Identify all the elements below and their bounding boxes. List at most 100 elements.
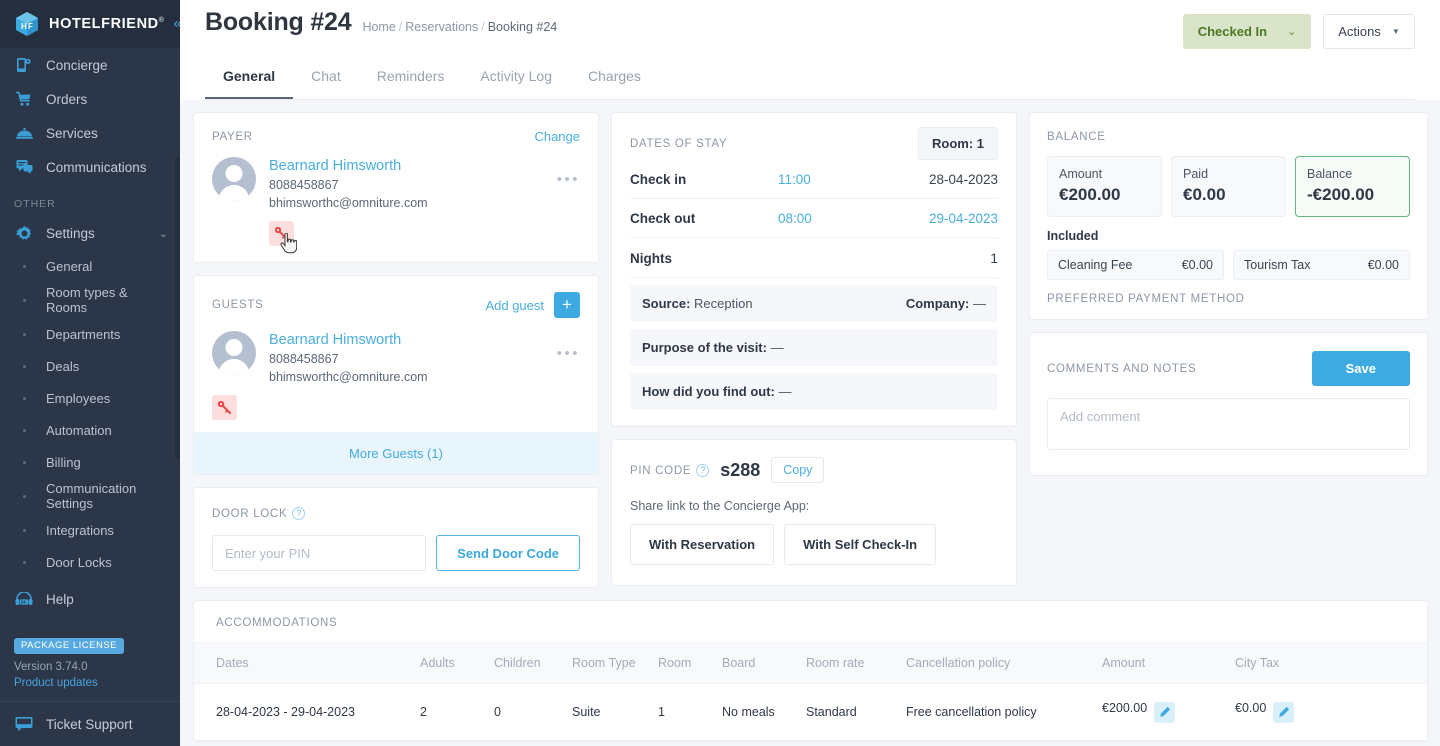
page-title: Booking #24 — [205, 8, 352, 36]
add-guest-link[interactable]: Add guest — [485, 298, 544, 313]
sidebar-item-label: Communications — [46, 159, 147, 175]
add-guest-button[interactable]: + — [554, 292, 580, 318]
check-in-date: 28-04-2023 — [928, 172, 998, 187]
paid-title: Paid — [1183, 167, 1209, 181]
copy-pin-button[interactable]: Copy — [771, 457, 825, 483]
tab-charges[interactable]: Charges — [570, 54, 659, 99]
chat-bubbles-icon — [14, 159, 34, 175]
send-door-code-button[interactable]: Send Door Code — [436, 535, 580, 571]
sidebar-subitem-general[interactable]: General — [0, 250, 180, 282]
product-updates-link[interactable]: Product updates — [0, 675, 180, 701]
cell-dates: 28-04-2023 - 29-04-2023 — [194, 683, 412, 741]
save-comment-button[interactable]: Save — [1311, 351, 1410, 386]
sidebar-subitem-label: Integrations — [46, 522, 114, 538]
breadcrumb-home[interactable]: Home — [362, 20, 395, 34]
sidebar-logo[interactable]: H F HOTELFRIEND® « — [0, 0, 180, 48]
sidebar-subitem-departments[interactable]: Departments — [0, 318, 180, 350]
bullet-icon — [14, 364, 34, 368]
sidebar-item-services[interactable]: Services — [0, 116, 180, 150]
guest-name[interactable]: Bearnard Himsworth — [269, 331, 544, 350]
sidebar-subitem-communication-settings[interactable]: Communication Settings — [0, 478, 180, 514]
pin-code-label-wrap: PIN CODE? — [630, 461, 710, 479]
sidebar: H F HOTELFRIEND® « Concierge Orders — [0, 0, 180, 746]
question-mark-icon[interactable]: ? — [696, 463, 710, 477]
sidebar-subitem-room-types-rooms[interactable]: Room types & Rooms — [0, 282, 180, 318]
column-header-board: Board — [714, 642, 798, 684]
payer-name[interactable]: Bearnard Himsworth — [269, 157, 544, 176]
included-items: Cleaning Fee €0.00 Tourism Tax €0.00 — [1047, 250, 1410, 280]
tab-activity-log[interactable]: Activity Log — [462, 54, 570, 99]
sidebar-subitem-door-locks[interactable]: Door Locks — [0, 546, 180, 578]
sidebar-subitem-integrations[interactable]: Integrations — [0, 514, 180, 546]
sidebar-subitem-automation[interactable]: Automation — [0, 414, 180, 446]
cell-cancellation-policy: Free cancellation policy — [898, 683, 1094, 741]
sidebar-item-label: Services — [46, 125, 98, 141]
question-mark-icon[interactable]: ? — [292, 506, 306, 520]
headset-24-icon: 24 — [14, 591, 34, 607]
sidebar-subitem-label: Room types & Rooms — [46, 285, 128, 315]
door-lock-pin-input[interactable] — [212, 535, 427, 571]
tab-chat[interactable]: Chat — [293, 54, 359, 99]
cell-city-tax: €0.00 — [1227, 683, 1427, 741]
dates-of-stay-header: DATES OF STAY Room: 1 — [630, 127, 998, 160]
table-row[interactable]: 28-04-2023 - 29-04-2023 2 0 Suite 1 No m… — [194, 683, 1427, 741]
sidebar-item-help[interactable]: 24 Help — [0, 582, 180, 616]
guest-menu-icon[interactable]: ••• — [557, 331, 580, 362]
pin-code-label: PIN CODE — [630, 465, 692, 477]
check-in-time[interactable]: 11:00 — [778, 172, 893, 187]
edit-city-tax-pencil-icon[interactable] — [1273, 701, 1295, 723]
amount-box: Amount €200.00 — [1047, 156, 1162, 217]
guests-label: GUESTS — [212, 299, 264, 311]
room-pill[interactable]: Room: 1 — [918, 127, 998, 160]
avatar — [212, 157, 256, 201]
sidebar-subitem-employees[interactable]: Employees — [0, 382, 180, 414]
top-bar-row: Booking #24 Home / Reservations / Booking #2… — [205, 0, 1415, 54]
payer-key-icon[interactable] — [269, 221, 297, 254]
purpose-value: — — [770, 340, 784, 355]
column-middle: DATES OF STAY Room: 1 Check in 11:00 28-… — [611, 112, 1017, 586]
accommodations-label: ACCOMMODATIONS — [216, 617, 338, 629]
amount-title: Amount — [1059, 167, 1103, 181]
sidebar-item-communications[interactable]: Communications — [0, 150, 180, 184]
chevron-down-icon: ▼ — [1391, 27, 1400, 36]
status-button[interactable]: Checked In ⌄ — [1183, 14, 1311, 49]
sidebar-item-settings[interactable]: Settings ⌄ — [0, 216, 180, 250]
sidebar-item-ticket-support[interactable]: Ticket Support — [0, 701, 180, 746]
source-label: Source: — [642, 296, 691, 311]
payer-change-link[interactable]: Change — [534, 129, 580, 144]
comment-input[interactable] — [1047, 398, 1410, 450]
source-value: Reception — [694, 296, 753, 311]
gear-icon — [14, 225, 34, 242]
sidebar-subitem-deals[interactable]: Deals — [0, 350, 180, 382]
payer-phone: 8088458867 — [269, 178, 339, 192]
guest-key-icon[interactable] — [212, 395, 237, 420]
check-out-time[interactable]: 08:00 — [778, 211, 893, 226]
guest-details: Bearnard Himsworth 8088458867 bhimsworth… — [269, 331, 544, 386]
nights-label: Nights — [630, 250, 672, 266]
tab-reminders[interactable]: Reminders — [359, 54, 463, 99]
with-self-checkin-button[interactable]: With Self Check-In — [784, 524, 937, 565]
sidebar-item-orders[interactable]: Orders — [0, 82, 180, 116]
with-reservation-button[interactable]: With Reservation — [630, 524, 775, 565]
find-out-row: How did you find out: — — [630, 373, 998, 410]
company-value: — — [973, 296, 986, 311]
find-out-field: How did you find out: — — [642, 384, 791, 399]
sidebar-subitem-billing[interactable]: Billing — [0, 446, 180, 478]
column-header-amount: Amount — [1094, 642, 1227, 684]
breadcrumb: Home / Reservations / Booking #24 — [362, 8, 557, 34]
payer-menu-icon[interactable]: ••• — [557, 157, 580, 188]
sidebar-item-concierge[interactable]: Concierge — [0, 48, 180, 82]
tab-general[interactable]: General — [205, 54, 294, 99]
more-guests-button[interactable]: More Guests (1) — [194, 432, 598, 474]
sidebar-scroll: Concierge Orders Services Communications — [0, 48, 180, 635]
edit-amount-pencil-icon[interactable] — [1154, 701, 1176, 723]
actions-button[interactable]: Actions ▼ — [1323, 14, 1415, 49]
breadcrumb-reservations[interactable]: Reservations — [405, 20, 478, 34]
door-lock-card: DOOR LOCK? Send Door Code — [193, 487, 599, 588]
check-out-date[interactable]: 29-04-2023 — [893, 211, 998, 226]
column-header-cancellation-policy: Cancellation policy — [898, 642, 1094, 684]
sidebar-item-label: Ticket Support — [46, 716, 133, 732]
find-out-value: — — [778, 384, 792, 399]
comments-header: COMMENTS AND NOTES Save — [1047, 351, 1410, 386]
nights-row: Nights 1 — [630, 238, 998, 278]
